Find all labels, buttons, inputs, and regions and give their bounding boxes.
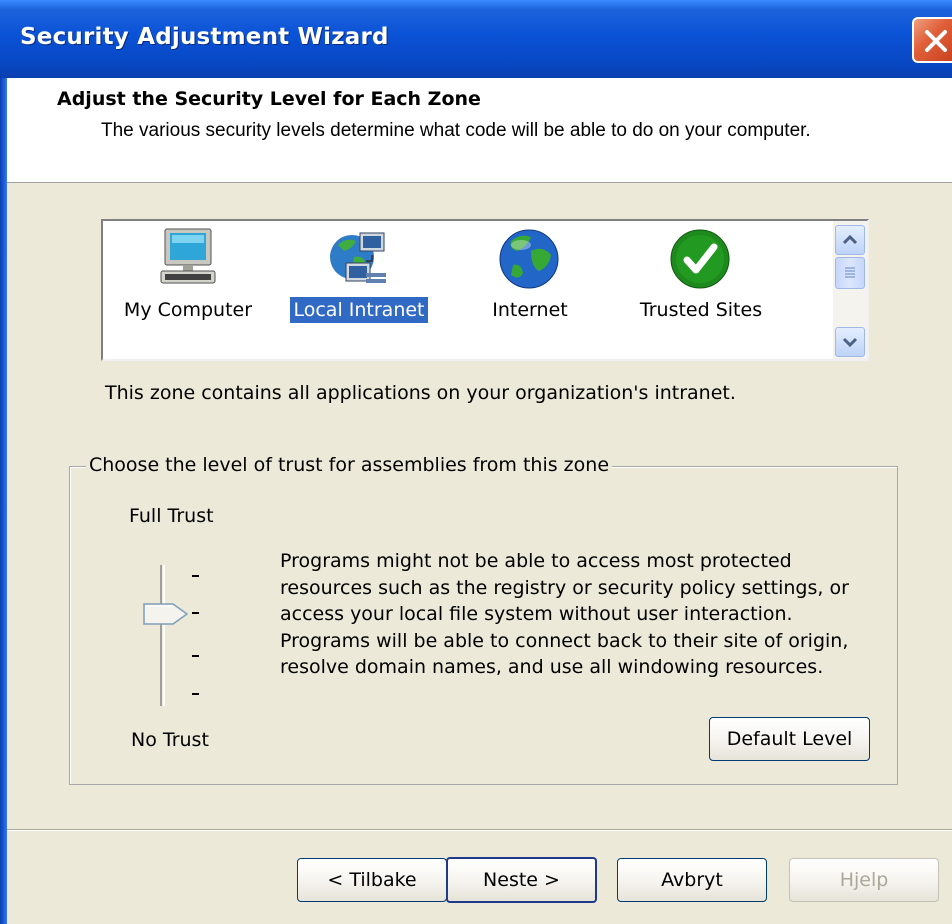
zone-item-internet[interactable]: Internet — [445, 221, 615, 341]
title-bar[interactable]: Security Adjustment Wizard — [0, 0, 952, 78]
full-trust-label: Full Trust — [129, 505, 214, 527]
chevron-up-icon — [842, 234, 858, 245]
close-button[interactable] — [912, 17, 952, 63]
slider-tick — [192, 612, 199, 614]
zone-label: Internet — [492, 299, 568, 321]
grip-icon — [845, 267, 855, 278]
slider-tick — [192, 693, 199, 695]
trust-group-label: Choose the level of trust for assemblies… — [86, 454, 613, 476]
zone-label: Local Intranet — [274, 297, 444, 323]
scroll-down-button[interactable] — [835, 327, 865, 357]
computer-icon — [160, 228, 216, 284]
scroll-up-button[interactable] — [835, 225, 865, 255]
back-button[interactable]: < Tilbake — [297, 858, 447, 902]
cancel-button[interactable]: Avbryt — [617, 858, 767, 902]
window-frame — [0, 78, 7, 924]
zone-label: My Computer — [123, 299, 253, 321]
zone-description: This zone contains all applications on y… — [105, 382, 736, 404]
default-level-button[interactable]: Default Level — [709, 717, 870, 761]
page-description: The various security levels determine wh… — [101, 120, 811, 141]
zone-item-trusted-sites[interactable]: Trusted Sites — [616, 221, 786, 341]
zone-label: Trusted Sites — [639, 299, 763, 321]
trust-slider-track[interactable] — [160, 565, 165, 706]
page-title: Adjust the Security Level for Each Zone — [57, 88, 481, 110]
trust-slider-thumb[interactable] — [143, 603, 189, 625]
zone-list-scrollbar[interactable] — [833, 221, 867, 359]
scroll-thumb[interactable] — [835, 257, 865, 289]
zone-list[interactable]: My Computer Local Intranet Internet Trus… — [101, 219, 869, 361]
network-icon — [330, 232, 386, 283]
footer-divider — [7, 829, 952, 831]
zone-item-my-computer[interactable]: My Computer — [103, 221, 273, 341]
window-title: Security Adjustment Wizard — [20, 24, 389, 50]
no-trust-label: No Trust — [131, 729, 209, 751]
close-icon — [925, 30, 947, 52]
zone-item-local-intranet[interactable]: Local Intranet — [274, 221, 444, 341]
globe-icon — [499, 229, 559, 289]
slider-tick — [192, 655, 199, 657]
next-button[interactable]: Neste > — [446, 857, 597, 903]
wizard-header: Adjust the Security Level for Each Zone … — [7, 78, 952, 183]
checkmark-icon — [670, 229, 730, 289]
trust-level-description: Programs might not be able to access mos… — [280, 550, 849, 678]
slider-tick — [192, 575, 199, 577]
chevron-down-icon — [842, 337, 858, 348]
help-button[interactable]: Hjelp — [789, 858, 939, 902]
